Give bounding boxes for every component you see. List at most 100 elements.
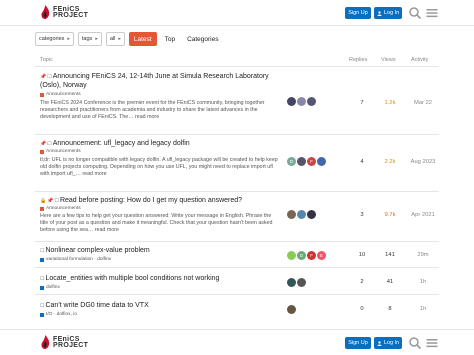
- avatar[interactable]: [287, 251, 296, 260]
- poster-avatars: D F: [287, 157, 326, 166]
- tab-top[interactable]: Top: [161, 32, 179, 46]
- login-button[interactable]: Log In: [374, 337, 402, 349]
- replies-count: 2: [360, 279, 364, 285]
- category-color-swatch: [40, 206, 44, 211]
- lock-icon: 🔒: [40, 198, 47, 204]
- topic-title-link[interactable]: ☐Nonlinear complex-value problem: [40, 247, 280, 256]
- topic-title-link[interactable]: ☐Locate_entities with multiple bool cond…: [40, 275, 280, 284]
- login-button[interactable]: Log In: [374, 7, 402, 19]
- fenics-logo[interactable]: FEniCS PROJECT: [40, 5, 88, 20]
- topic-excerpt: Here are a few tips to help get your que…: [40, 213, 273, 233]
- category-name: Announcements: [46, 92, 81, 97]
- chevron-right-icon: ▸: [95, 36, 98, 42]
- category-color-swatch: [40, 312, 44, 317]
- table-row: ☐Locate_entities with multiple bool cond…: [35, 269, 439, 295]
- replies-count: 7: [360, 100, 364, 106]
- category-name: Announcements: [46, 206, 81, 211]
- avatar[interactable]: [307, 97, 316, 106]
- topic-title-link[interactable]: 📌☐Announcement: ufl_legacy and legacy do…: [40, 140, 280, 149]
- categories-dropdown-label: categories: [39, 36, 65, 42]
- activity-time[interactable]: 1h: [405, 306, 441, 312]
- activity-time[interactable]: Aug 2023: [405, 159, 441, 165]
- views-count: 1.2k: [384, 100, 396, 106]
- chevron-right-icon: ▸: [118, 36, 121, 42]
- avatar[interactable]: D: [287, 157, 296, 166]
- table-row: ☐Nonlinear complex-value problem variati…: [35, 243, 439, 268]
- category-color-swatch: [40, 257, 44, 262]
- topic-filter-nav: categories ▸ tags ▸ all ▸ Latest Top Cat…: [35, 32, 223, 46]
- avatar[interactable]: [287, 97, 296, 106]
- poster-avatars: [287, 210, 316, 219]
- activity-time[interactable]: 1h: [405, 279, 441, 285]
- topic-title-link[interactable]: 📌☐Announcing FEniCS 24, 12-14th June at …: [40, 73, 280, 90]
- category-badge[interactable]: dolfinx: [40, 285, 60, 290]
- activity-time[interactable]: 29m: [405, 252, 441, 258]
- topic-title-link[interactable]: ☐Can't write DG0 time data to VTX: [40, 302, 280, 311]
- pin-icon: 📌: [40, 74, 47, 80]
- category-badge[interactable]: Announcements: [40, 92, 81, 97]
- all-dropdown-label: all: [109, 36, 116, 42]
- table-row: 📌☐Announcing FEniCS 24, 12-14th June at …: [35, 69, 439, 135]
- tab-latest[interactable]: Latest: [128, 32, 157, 46]
- all-dropdown[interactable]: all ▸: [105, 32, 125, 46]
- category-badge[interactable]: I/O · dolfinx, io: [40, 312, 77, 317]
- column-header-topic[interactable]: Topic: [40, 57, 53, 63]
- avatar[interactable]: [297, 97, 306, 106]
- search-icon[interactable]: [408, 6, 422, 20]
- chevron-right-icon: ▸: [67, 36, 70, 42]
- person-icon: [377, 340, 382, 346]
- column-header-activity[interactable]: Activity: [411, 57, 428, 63]
- avatar[interactable]: [307, 210, 316, 219]
- avatar[interactable]: [287, 210, 296, 219]
- views-count: 41: [386, 279, 394, 285]
- checkbox-icon: ☐: [40, 303, 45, 309]
- flame-logo-icon: [41, 335, 50, 349]
- activity-time[interactable]: Mar 22: [405, 100, 441, 106]
- avatar[interactable]: [297, 278, 306, 287]
- poster-avatars: [287, 97, 316, 106]
- tags-dropdown[interactable]: tags ▸: [77, 32, 102, 46]
- pin-icon: 📌: [47, 198, 54, 204]
- avatar[interactable]: F: [307, 251, 316, 260]
- column-header-replies[interactable]: Replies: [349, 57, 367, 63]
- avatar[interactable]: [297, 157, 306, 166]
- tab-categories[interactable]: Categories: [183, 32, 222, 46]
- avatar[interactable]: [297, 210, 306, 219]
- avatar[interactable]: [287, 278, 296, 287]
- hamburger-menu-icon[interactable]: [425, 6, 439, 20]
- topic-title: Can't write DG0 time data to VTX: [45, 302, 149, 309]
- categories-dropdown[interactable]: categories ▸: [35, 32, 74, 46]
- avatar[interactable]: [287, 305, 296, 314]
- category-name: Announcements: [46, 149, 81, 154]
- login-label: Log In: [383, 340, 400, 346]
- views-count: 141: [385, 252, 395, 258]
- table-row: 🔒📌☐Read before posting: How do I get my …: [35, 193, 439, 242]
- category-badge[interactable]: variational formulation · dolfinx: [40, 257, 111, 262]
- signup-button[interactable]: Sign Up: [345, 7, 371, 19]
- activity-time[interactable]: Apr 2021: [405, 212, 441, 218]
- replies-count: 10: [358, 252, 366, 258]
- checkbox-icon: ☐: [54, 198, 59, 204]
- category-color-swatch: [40, 285, 44, 290]
- avatar[interactable]: E: [317, 251, 326, 260]
- category-badge[interactable]: Announcements: [40, 149, 81, 154]
- column-header-views[interactable]: Views: [381, 57, 396, 63]
- avatar[interactable]: F: [307, 157, 316, 166]
- category-name: dolfinx: [46, 285, 60, 290]
- checkbox-icon: ☐: [47, 74, 52, 80]
- avatar[interactable]: [317, 157, 326, 166]
- category-badge[interactable]: Announcements: [40, 206, 81, 211]
- search-icon[interactable]: [408, 336, 422, 350]
- signup-button[interactable]: Sign Up: [345, 337, 371, 349]
- replies-count: 0: [360, 306, 364, 312]
- category-name: I/O · dolfinx, io: [46, 312, 77, 317]
- topic-title: Announcing FEniCS 24, 12-14th June at Si…: [40, 73, 269, 89]
- fenics-logo[interactable]: FEniCS PROJECT: [40, 335, 88, 350]
- topic-list-header: Topic Replies Views Activity: [35, 55, 439, 67]
- topic-title-link[interactable]: 🔒📌☐Read before posting: How do I get my …: [40, 197, 280, 206]
- table-row: 📌☐Announcement: ufl_legacy and legacy do…: [35, 136, 439, 192]
- checkbox-icon: ☐: [40, 248, 45, 254]
- avatar[interactable]: D: [297, 251, 306, 260]
- flame-logo-icon: [41, 5, 50, 19]
- hamburger-menu-icon[interactable]: [425, 336, 439, 350]
